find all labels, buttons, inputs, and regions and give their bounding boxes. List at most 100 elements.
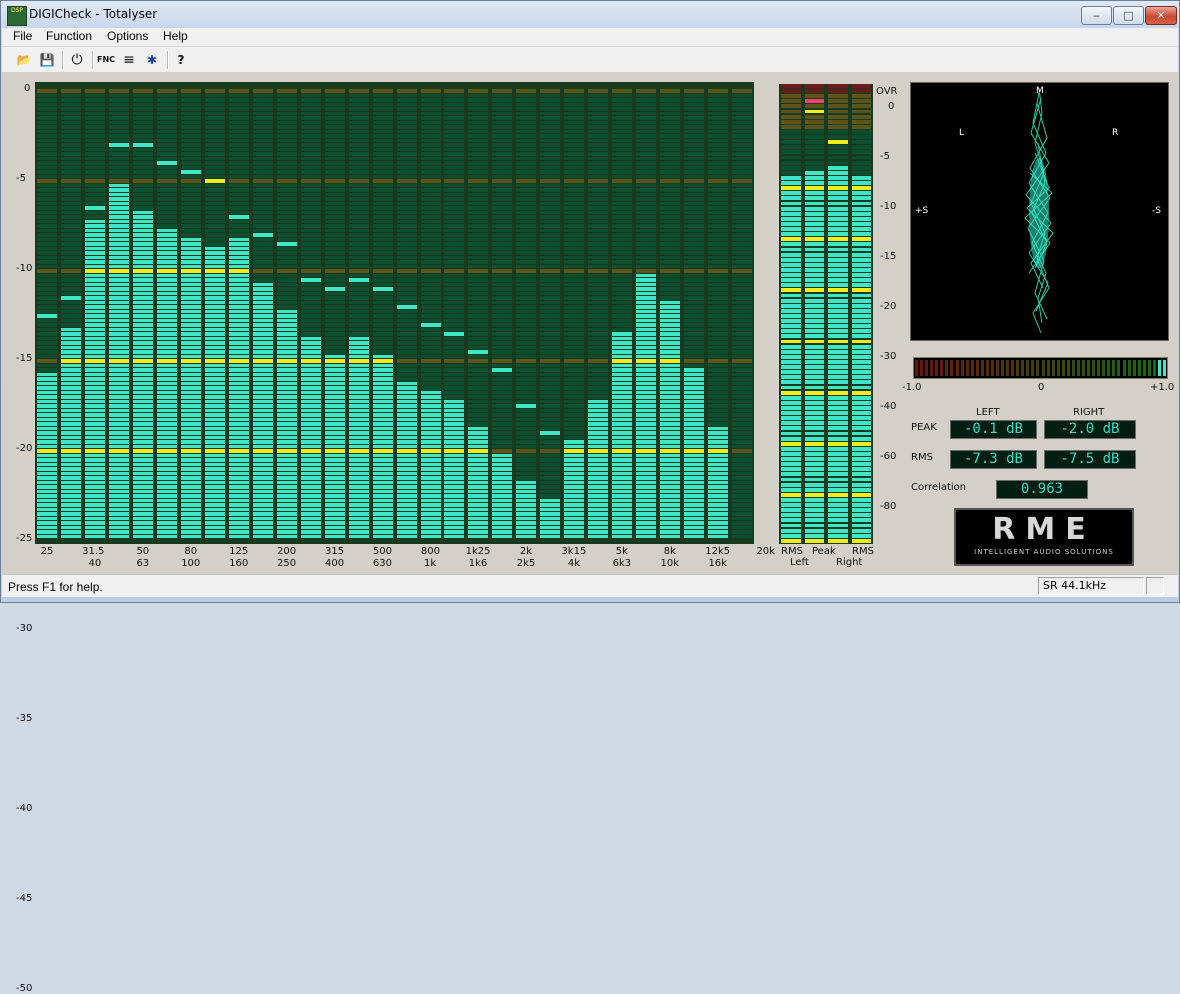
- meter-channel-label: Right: [836, 557, 863, 568]
- function-icon[interactable]: FNC: [96, 50, 116, 70]
- frequency-tick-label: 40: [88, 558, 102, 569]
- level-meter-column: [804, 84, 824, 544]
- rms-left-readout: -7.3 dB: [950, 450, 1037, 469]
- right-header: RIGHT: [1073, 407, 1105, 418]
- save-icon[interactable]: 💾: [37, 50, 57, 70]
- frequency-tick-label: 315: [324, 546, 345, 557]
- frequency-tick-label: 3k15: [561, 546, 587, 557]
- band-bar: [420, 82, 441, 544]
- band-bar: [444, 82, 465, 544]
- db-tick-label: -35: [16, 713, 33, 724]
- settings-icon[interactable]: ≡: [119, 50, 139, 70]
- frequency-tick-label: 80: [184, 546, 198, 557]
- rms-right-readout: -7.5 dB: [1044, 450, 1136, 469]
- band-bar: [132, 82, 153, 544]
- level-meter-column: [851, 84, 871, 544]
- frequency-tick-label: 200: [277, 546, 297, 557]
- band-bar: [516, 82, 537, 544]
- band-bar: [228, 82, 249, 544]
- band-bar: [61, 82, 81, 544]
- open-folder-icon[interactable]: 📂: [14, 50, 34, 70]
- frequency-tick-label: 2k5: [516, 558, 536, 569]
- window-title: DIGICheck - Totalyser: [29, 7, 158, 21]
- rms-label: RMS: [911, 452, 933, 463]
- frequency-tick-label: 4k: [567, 558, 580, 569]
- vectorscope-label-r: R: [1112, 128, 1119, 138]
- band-bar: [660, 82, 681, 544]
- vectorscope: M L R +S -S: [910, 82, 1169, 341]
- band-bar: [684, 82, 705, 544]
- frequency-tick-label: 1k6: [468, 558, 488, 569]
- band-bar: [636, 82, 657, 544]
- toolbar-separator: [92, 51, 94, 69]
- band-bar: [588, 82, 609, 544]
- rme-logo: RME INTELLIGENT AUDIO SOLUTIONS: [954, 508, 1134, 566]
- frequency-tick-label: 100: [181, 558, 201, 569]
- vectorscope-label-plus-s: +S: [915, 206, 929, 216]
- meter-column-label: RMS: [852, 546, 874, 557]
- spectrum-analyzer: [35, 82, 754, 544]
- menu-options[interactable]: Options: [107, 29, 148, 43]
- toolbar-separator: [62, 51, 64, 69]
- band-bar: [37, 82, 57, 544]
- band-bar: [708, 82, 729, 544]
- frequency-tick-label: 500: [372, 546, 392, 557]
- meter-tick-label: -5: [880, 151, 890, 162]
- menu-bar: File Function Options Help: [2, 28, 1178, 46]
- frequency-tick-label: 400: [324, 558, 345, 569]
- db-tick-label: -5: [16, 173, 26, 184]
- frequency-tick-label: 1k25: [465, 546, 491, 557]
- db-tick-label: -30: [16, 623, 33, 634]
- band-bar: [396, 82, 417, 544]
- frequency-tick-label: 12k5: [705, 546, 731, 557]
- db-tick-label: 0: [24, 83, 31, 94]
- band-bar: [564, 82, 585, 544]
- menu-file[interactable]: File: [13, 29, 32, 43]
- band-bar: [180, 82, 201, 544]
- meter-tick-label: OVR: [876, 86, 898, 97]
- client-area: 0 -5 -10 -15 -20 -25 -30 -35 -40 -45 -50 25 31.5 50 8…: [2, 72, 1178, 994]
- power-icon[interactable]: ⏻: [67, 50, 87, 70]
- maximize-button[interactable]: □: [1113, 6, 1144, 25]
- band-bar: [348, 82, 369, 544]
- band-bar: [612, 82, 633, 544]
- band-bar: [276, 82, 297, 544]
- frequency-tick-label: 630: [372, 558, 392, 569]
- frequency-tick-label: 6k3: [612, 558, 632, 569]
- menu-help[interactable]: Help: [163, 29, 188, 43]
- close-button[interactable]: ✕: [1145, 6, 1177, 25]
- logo-brand: RME: [992, 512, 1096, 547]
- band-bar: [84, 82, 105, 544]
- frequency-tick-label: 1k: [424, 558, 437, 569]
- sample-rate-indicator: SR 44.1kHz: [1038, 577, 1144, 595]
- meter-column-label: RMS: [781, 546, 803, 557]
- meter-channel-label: Left: [790, 557, 809, 568]
- db-tick-label: -15: [16, 353, 33, 364]
- correlation-zero-label: 0: [1038, 382, 1045, 393]
- vectorscope-trace: [1024, 87, 1054, 334]
- db-tick-label: -10: [16, 263, 33, 274]
- logo-tagline: INTELLIGENT AUDIO SOLUTIONS: [974, 548, 1114, 556]
- db-tick-label: -40: [16, 803, 33, 814]
- band-bar: [300, 82, 321, 544]
- band-bar: [324, 82, 345, 544]
- band-bar: [468, 82, 489, 544]
- minimize-button[interactable]: ‒: [1081, 6, 1112, 25]
- meter-tick-label: -80: [880, 501, 897, 512]
- db-tick-label: -20: [16, 443, 33, 454]
- vectorscope-label-l: L: [959, 128, 965, 138]
- title-bar[interactable]: DSP DIGICheck - Totalyser ‒ □ ✕: [1, 1, 1179, 28]
- peak-left-readout: -0.1 dB: [950, 420, 1037, 439]
- bug-icon[interactable]: ✱: [142, 50, 162, 70]
- meter-column-label: Peak: [812, 546, 836, 557]
- frequency-tick-label: 800: [420, 546, 440, 557]
- correlation-label: Correlation: [911, 482, 967, 493]
- correlation-max-label: +1.0: [1150, 382, 1175, 393]
- status-help-text: Press F1 for help.: [8, 580, 103, 594]
- band-bar: [372, 82, 393, 544]
- menu-function[interactable]: Function: [46, 29, 92, 43]
- vectorscope-label-m: M: [1036, 86, 1044, 96]
- toolbar-separator: [167, 51, 169, 69]
- meter-tick-label: -30: [880, 351, 897, 362]
- help-icon[interactable]: ?: [171, 50, 191, 70]
